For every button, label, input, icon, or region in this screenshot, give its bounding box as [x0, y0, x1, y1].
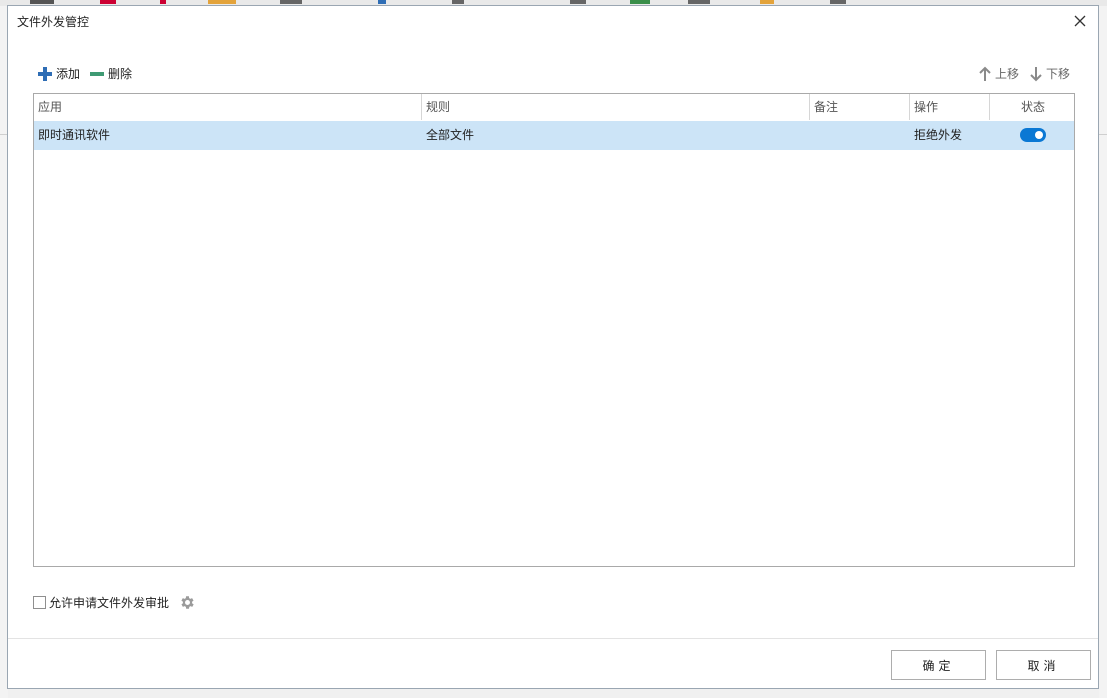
bg-icon: [570, 0, 586, 4]
column-header-note[interactable]: 备注: [810, 94, 910, 120]
dialog-title: 文件外发管控: [17, 15, 90, 29]
close-button[interactable]: [1071, 12, 1089, 30]
close-icon: [1074, 15, 1086, 27]
status-toggle[interactable]: [1020, 128, 1046, 142]
toggle-knob: [1035, 131, 1043, 139]
gear-icon[interactable]: [179, 594, 196, 611]
bg-icon: [160, 0, 166, 4]
file-outgoing-control-dialog: 文件外发管控 添加 删除 上移 下移 应用 规则 备注 操作 状态 即时通讯软件…: [7, 5, 1099, 689]
bg-icon: [378, 0, 386, 4]
approval-option: 允许申请文件外发审批: [33, 594, 196, 611]
column-header-rule[interactable]: 规则: [422, 94, 810, 120]
toolbar-right: 上移 下移: [968, 65, 1070, 82]
bg-icon: [30, 0, 54, 4]
bg-icon: [630, 0, 650, 4]
background-panel-right: [1099, 6, 1107, 698]
cell-action: 拒绝外发: [914, 128, 963, 142]
column-header-action[interactable]: 操作: [910, 94, 990, 120]
add-button[interactable]: 添加: [37, 65, 80, 82]
arrow-down-icon: [1030, 66, 1042, 81]
approval-checkbox[interactable]: [33, 596, 46, 609]
move-down-button[interactable]: 下移: [1029, 65, 1070, 82]
approval-checkbox-label[interactable]: 允许申请文件外发审批: [49, 594, 169, 611]
bg-icon: [452, 0, 464, 4]
dialog-footer: 确定 取消: [8, 638, 1098, 691]
bg-icon: [688, 0, 710, 4]
cancel-button[interactable]: 取消: [996, 650, 1091, 680]
cell-app: 即时通讯软件: [38, 128, 111, 142]
ok-button[interactable]: 确定: [891, 650, 986, 680]
bg-icon: [760, 0, 774, 4]
bg-icon: [280, 0, 302, 4]
column-header-status[interactable]: 状态: [990, 94, 1076, 120]
toolbar-left: 添加 删除: [37, 65, 141, 82]
table-row[interactable]: 即时通讯软件 全部文件 拒绝外发: [34, 121, 1074, 150]
table-header: 应用 规则 备注 操作 状态: [34, 94, 1074, 122]
arrow-up-icon: [979, 66, 991, 81]
bg-icon: [100, 0, 116, 4]
move-down-label: 下移: [1045, 67, 1070, 81]
move-up-button[interactable]: 上移: [978, 65, 1019, 82]
delete-button[interactable]: 删除: [89, 65, 132, 82]
bg-icon: [830, 0, 846, 4]
move-up-label: 上移: [994, 67, 1019, 81]
cell-rule: 全部文件: [426, 128, 475, 142]
bg-icon: [208, 0, 236, 4]
add-label: 添加: [56, 67, 81, 81]
delete-label: 删除: [108, 67, 133, 81]
minus-icon: [90, 71, 105, 76]
cell-note: [810, 121, 910, 150]
plus-icon: [38, 66, 52, 81]
column-header-app[interactable]: 应用: [34, 94, 422, 120]
rules-table: 应用 规则 备注 操作 状态 即时通讯软件 全部文件 拒绝外发: [33, 93, 1075, 567]
